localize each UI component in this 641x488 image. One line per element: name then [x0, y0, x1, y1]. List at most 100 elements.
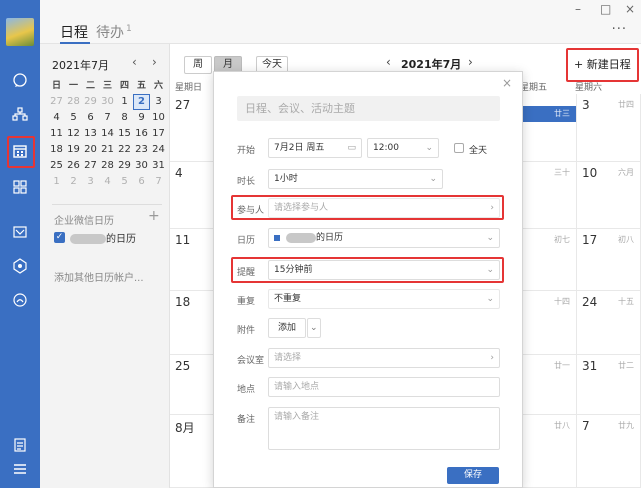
my-calendar-item[interactable]: 的日历: [70, 230, 136, 245]
mini-day[interactable]: 8: [116, 110, 133, 126]
mini-day[interactable]: 26: [65, 158, 82, 174]
mini-day[interactable]: 7: [99, 110, 116, 126]
day-cell[interactable]: 8月: [170, 415, 216, 488]
mini-prev-icon[interactable]: ‹: [132, 55, 137, 69]
workbench-icon[interactable]: [10, 177, 30, 197]
mini-week-row: 27 28 29 30 1 2 3: [48, 94, 168, 110]
mini-day[interactable]: 4: [48, 110, 65, 126]
mini-day[interactable]: 20: [82, 142, 99, 158]
mini-day[interactable]: 15: [116, 126, 133, 142]
next-month-icon[interactable]: ›: [468, 55, 473, 69]
dialog-close-icon[interactable]: ×: [502, 76, 512, 90]
add-calendar-icon[interactable]: +: [148, 208, 160, 224]
day-cell[interactable]: 廿八: [523, 415, 577, 488]
repeat-select[interactable]: 不重复 ⌄: [268, 289, 500, 309]
day-cell[interactable]: 11: [170, 229, 216, 291]
all-day-checkbox[interactable]: [454, 143, 464, 153]
start-date-field[interactable]: 7月2日 周五 ▭: [268, 138, 362, 158]
week-view-button[interactable]: 周: [184, 56, 212, 74]
duration-select[interactable]: 1小时 ⌄: [268, 169, 443, 189]
mini-day[interactable]: 27: [82, 158, 99, 174]
mini-day[interactable]: 25: [48, 158, 65, 174]
email-icon[interactable]: [10, 222, 30, 242]
day-cell[interactable]: 31 廿二: [577, 355, 641, 415]
mini-day[interactable]: 21: [99, 142, 116, 158]
mini-day[interactable]: 5: [65, 110, 82, 126]
mini-day[interactable]: 7: [150, 174, 167, 190]
mini-day[interactable]: 18: [48, 142, 65, 158]
mini-day[interactable]: 12: [65, 126, 82, 142]
mini-day[interactable]: 30: [99, 94, 116, 110]
contacts-icon[interactable]: [10, 104, 30, 124]
day-cell[interactable]: 10 六月: [577, 162, 641, 229]
more-icon[interactable]: ···: [612, 22, 627, 37]
add-attachment-button[interactable]: 添加: [268, 318, 306, 338]
notes-input[interactable]: 请输入备注: [268, 407, 500, 450]
mini-day[interactable]: 14: [99, 126, 116, 142]
mini-day[interactable]: 30: [133, 158, 150, 174]
mini-day[interactable]: 22: [116, 142, 133, 158]
lunar-date: 廿四: [618, 100, 634, 109]
mini-day[interactable]: 3: [82, 174, 99, 190]
mini-day[interactable]: 6: [133, 174, 150, 190]
day-cell[interactable]: 4: [170, 162, 216, 229]
start-time-field[interactable]: 12:00 ⌄: [367, 138, 439, 158]
mini-day[interactable]: 29: [82, 94, 99, 110]
mini-day[interactable]: 24: [150, 142, 167, 158]
attachment-dropdown-icon[interactable]: ⌄: [307, 318, 321, 338]
mini-next-icon[interactable]: ›: [152, 55, 157, 69]
day-cell[interactable]: 廿三: [523, 94, 577, 162]
mini-day[interactable]: 1: [48, 174, 65, 190]
day-cell[interactable]: 初七: [523, 229, 577, 291]
location-input[interactable]: 请输入地点: [268, 377, 500, 397]
day-cell[interactable]: 17 初八: [577, 229, 641, 291]
mini-day[interactable]: 19: [65, 142, 82, 158]
close-window-button[interactable]: ×: [625, 2, 635, 16]
add-other-calendar-link[interactable]: 添加其他日历帐户...: [54, 269, 144, 284]
day-cell[interactable]: 25: [170, 355, 216, 415]
mini-day[interactable]: 6: [82, 110, 99, 126]
tab-todo[interactable]: 待办 1: [96, 22, 132, 42]
minimize-button[interactable]: –: [575, 2, 581, 16]
mini-day[interactable]: 10: [150, 110, 167, 126]
mini-day[interactable]: 17: [150, 126, 167, 142]
day-cell[interactable]: 3 廿四: [577, 94, 641, 162]
chat-icon[interactable]: [10, 70, 30, 90]
mini-day[interactable]: 23: [133, 142, 150, 158]
tab-schedule[interactable]: 日程: [60, 22, 88, 42]
mini-day[interactable]: 9: [133, 110, 150, 126]
calendar-select[interactable]: 的日历 ⌄: [268, 228, 500, 248]
day-cell[interactable]: 24 十五: [577, 291, 641, 355]
mini-day[interactable]: 29: [116, 158, 133, 174]
maximize-button[interactable]: □: [600, 2, 611, 16]
mini-day[interactable]: 13: [82, 126, 99, 142]
docs-icon[interactable]: [10, 256, 30, 276]
avatar[interactable]: [6, 18, 34, 46]
save-button[interactable]: 保存: [447, 467, 499, 484]
day-cell[interactable]: 7 廿九: [577, 415, 641, 488]
meeting-room-field[interactable]: 请选择 ›: [268, 348, 500, 368]
day-cell[interactable]: 十四: [523, 291, 577, 355]
mini-day-today[interactable]: 2: [133, 94, 150, 110]
mini-day[interactable]: 4: [99, 174, 116, 190]
mini-day[interactable]: 27: [48, 94, 65, 110]
day-cell[interactable]: 廿一: [523, 355, 577, 415]
mini-day[interactable]: 16: [133, 126, 150, 142]
menu-icon[interactable]: [10, 459, 30, 479]
mini-day[interactable]: 28: [65, 94, 82, 110]
prev-month-icon[interactable]: ‹: [386, 55, 391, 69]
mini-day[interactable]: 1: [116, 94, 133, 110]
mini-day[interactable]: 2: [65, 174, 82, 190]
event-topic-input[interactable]: 日程、会议、活动主题: [237, 96, 500, 121]
day-cell[interactable]: 18: [170, 291, 216, 355]
mini-day[interactable]: 5: [116, 174, 133, 190]
mini-day[interactable]: 28: [99, 158, 116, 174]
mini-day[interactable]: 3: [150, 94, 167, 110]
calendar-checkbox[interactable]: ✓: [54, 232, 65, 243]
mini-day[interactable]: 31: [150, 158, 167, 174]
day-cell[interactable]: 27: [170, 94, 216, 162]
drive-icon[interactable]: [10, 290, 30, 310]
mini-day[interactable]: 11: [48, 126, 65, 142]
day-cell[interactable]: 三十: [523, 162, 577, 229]
notes-icon[interactable]: [10, 435, 30, 455]
